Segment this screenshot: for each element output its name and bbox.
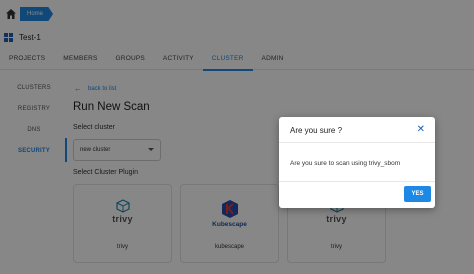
dialog-title: Are you sure ? (290, 126, 343, 135)
dialog-divider (279, 142, 435, 143)
dialog-message: Are you sure to scan using trivy_sbom (290, 160, 401, 167)
dialog-divider (279, 181, 435, 182)
yes-button[interactable]: YES (404, 186, 431, 202)
close-icon[interactable]: ✕ (417, 125, 425, 135)
confirm-dialog: Are you sure ? ✕ Are you sure to scan us… (279, 117, 435, 208)
